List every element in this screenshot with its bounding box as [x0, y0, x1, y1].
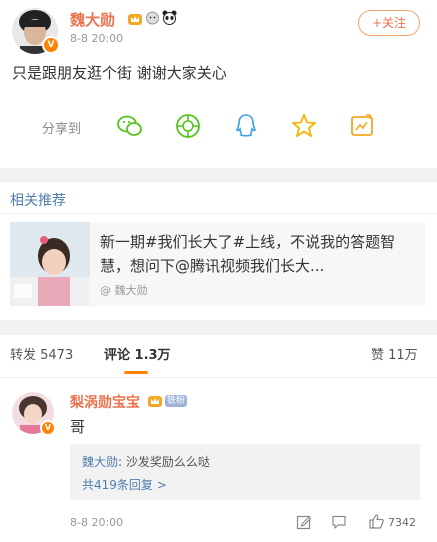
- thumbs-up-icon[interactable]: [368, 513, 385, 534]
- follow-button[interactable]: +关注: [358, 10, 420, 36]
- related-card-author: @ 魏大勋: [100, 284, 148, 297]
- section-divider: [0, 168, 437, 182]
- reply-preview[interactable]: 魏大勋: 沙发奖励么么哒 共419条回复 >: [70, 444, 420, 500]
- qq-icon[interactable]: [232, 112, 260, 144]
- tab-repost[interactable]: 转发 5473: [10, 335, 73, 377]
- moments-icon[interactable]: [174, 112, 202, 144]
- wechat-icon[interactable]: [116, 112, 144, 144]
- related-thumbnail: [10, 222, 90, 306]
- fan-badge: 铁粉: [165, 395, 188, 407]
- qzone-star-icon[interactable]: [290, 112, 318, 144]
- post-time: 8-8 20:00: [70, 32, 124, 45]
- divider-line: [0, 213, 437, 214]
- like-count: 7342: [388, 516, 416, 529]
- interaction-tabs: 转发 5473 评论 1.3万 赞 11万: [0, 335, 437, 377]
- reply-comment-icon[interactable]: [331, 514, 347, 534]
- vip-crown-icon: [148, 393, 162, 412]
- reply-author[interactable]: 魏大勋: [82, 455, 118, 469]
- panda-icon: [162, 10, 177, 29]
- active-tab-indicator: [124, 371, 148, 374]
- comment-text: 哥: [70, 418, 86, 436]
- weibo-post: V 魏大勋 8-8 20:00 +关注 只是跟朋友逛个街 谢谢大家关心 分享到: [0, 0, 437, 168]
- post-content: 只是跟朋友逛个街 谢谢大家关心: [12, 64, 227, 82]
- divider-line: [0, 377, 437, 378]
- related-section-title: 相关推荐: [10, 193, 66, 209]
- reply-line: 魏大勋: 沙发奖励么么哒: [82, 453, 210, 470]
- save-icon[interactable]: [348, 112, 376, 144]
- vip-crown-icon: [128, 11, 142, 30]
- author-name[interactable]: 魏大勋: [70, 9, 115, 30]
- section-divider: [0, 320, 437, 335]
- reply-text: : 沙发奖励么么哒: [118, 455, 210, 469]
- related-card-text: 新一期#我们长大了#上线，不说我的答题智慧，想问下@腾讯视频我们长大...: [100, 233, 396, 275]
- commenter-name[interactable]: 梨涡勋宝宝: [70, 392, 140, 412]
- tab-likes[interactable]: 赞 11万: [371, 335, 418, 377]
- verified-v-icon: V: [40, 420, 56, 436]
- share-label: 分享到: [42, 122, 82, 137]
- more-replies-link[interactable]: 共419条回复 >: [82, 476, 167, 493]
- verified-v-icon: V: [42, 36, 60, 54]
- comment-time: 8-8 20:00: [70, 516, 124, 529]
- edit-icon[interactable]: [296, 514, 312, 534]
- sheep-icon: [145, 10, 160, 29]
- related-card[interactable]: 新一期#我们长大了#上线，不说我的答题智慧，想问下@腾讯视频我们长大... @ …: [10, 222, 425, 306]
